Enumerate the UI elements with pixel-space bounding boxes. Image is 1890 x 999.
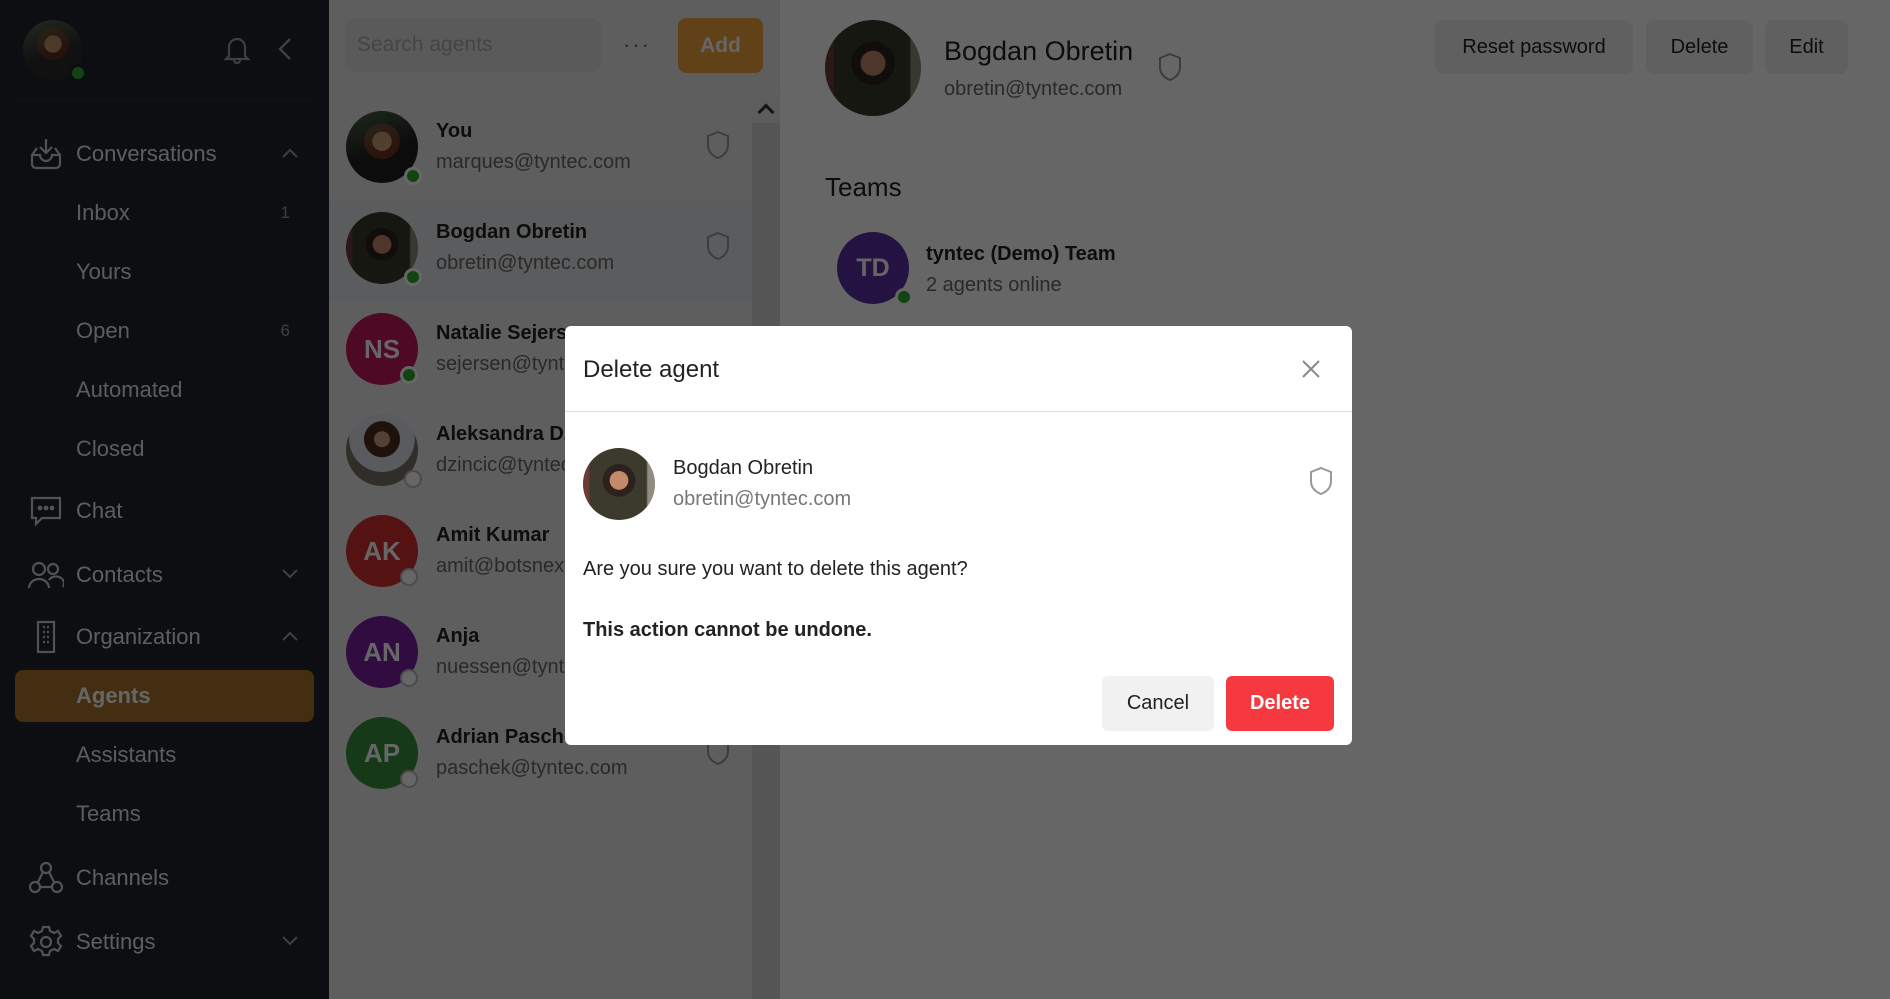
- dialog-header: Delete agent: [565, 326, 1352, 412]
- dialog-agent-avatar: [583, 448, 655, 520]
- close-icon[interactable]: [1300, 358, 1322, 380]
- confirm-question: Are you sure you want to delete this age…: [583, 558, 968, 580]
- cancel-button[interactable]: Cancel: [1102, 676, 1214, 731]
- dialog-title: Delete agent: [583, 356, 720, 383]
- dialog-agent-email: obretin@tyntec.com: [673, 488, 852, 510]
- confirm-delete-button[interactable]: Delete: [1226, 676, 1334, 731]
- dialog-agent-name: Bogdan Obretin: [673, 457, 814, 479]
- shield-icon: [1310, 466, 1332, 496]
- delete-agent-dialog: Delete agent Bogdan Obretin obretin@tynt…: [565, 326, 1352, 745]
- irreversible-warning: This action cannot be undone.: [583, 619, 872, 641]
